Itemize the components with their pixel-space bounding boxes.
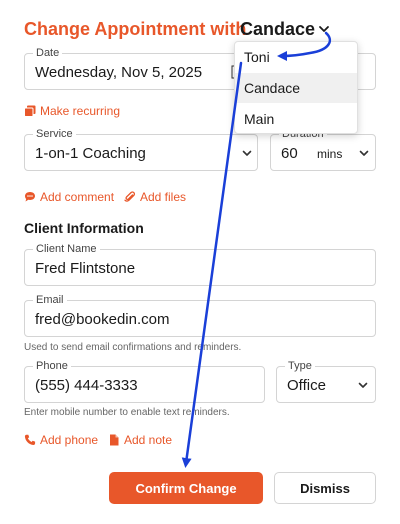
dropdown-option[interactable]: Main	[235, 104, 357, 133]
chevron-down-icon	[358, 382, 368, 388]
add-files-label: Add files	[140, 190, 187, 204]
chevron-down-icon	[242, 150, 252, 156]
dismiss-button[interactable]: Dismiss	[274, 472, 376, 504]
phone-help-text: Enter mobile number to enable text remin…	[24, 407, 230, 418]
staff-selector[interactable]: Candace	[240, 19, 315, 40]
service-select[interactable]: Service 1-on-1 Coaching	[24, 127, 258, 171]
email-field[interactable]: Email fred@bookedin.com	[24, 293, 376, 337]
copy-icon	[24, 105, 36, 117]
dropdown-option[interactable]: Toni	[235, 42, 357, 72]
email-value: fred@bookedin.com	[35, 311, 170, 328]
duration-unit: mins	[317, 147, 343, 161]
dropdown-option[interactable]: Candace	[235, 73, 357, 103]
add-phone-link[interactable]: Add phone	[24, 433, 98, 447]
chevron-down-icon[interactable]	[317, 22, 331, 36]
date-value: Wednesday, Nov 5, 2025	[35, 64, 203, 81]
add-note-label: Add note	[124, 433, 173, 447]
make-recurring-link[interactable]: Make recurring	[24, 104, 120, 118]
email-label: Email	[33, 293, 67, 307]
phone-type-select[interactable]: Type Office	[276, 359, 376, 403]
client-name-value: Fred Flintstone	[35, 260, 136, 277]
add-comment-label: Add comment	[40, 190, 115, 204]
duration-value: 60	[281, 145, 298, 162]
phone-icon	[24, 434, 36, 445]
duration-select[interactable]: Duration 60 mins	[270, 127, 376, 171]
client-section-title: Client Information	[24, 220, 144, 236]
phone-field[interactable]: Phone (555) 444-3333	[24, 359, 265, 403]
confirm-change-button[interactable]: Confirm Change	[109, 472, 263, 504]
add-files-link[interactable]: Add files	[124, 190, 186, 204]
add-comment-link[interactable]: Add comment	[24, 190, 114, 204]
type-value: Office	[287, 377, 326, 394]
paperclip-icon	[124, 191, 136, 202]
type-label: Type	[285, 359, 315, 373]
email-help-text: Used to send email confirmations and rem…	[24, 342, 242, 353]
comment-icon	[25, 192, 35, 202]
note-icon	[110, 434, 119, 446]
make-recurring-label: Make recurring	[40, 104, 121, 118]
staff-dropdown-menu: Toni Candace Main	[234, 41, 358, 134]
page-title: Change Appointment with	[24, 19, 247, 39]
service-value: 1-on-1 Coaching	[35, 145, 146, 162]
service-label: Service	[33, 127, 76, 141]
client-name-field[interactable]: Client Name Fred Flintstone	[24, 242, 376, 286]
date-label: Date	[33, 46, 63, 60]
phone-label: Phone	[33, 359, 71, 373]
client-name-label: Client Name	[33, 242, 100, 256]
chevron-down-icon	[359, 150, 369, 156]
phone-value: (555) 444-3333	[35, 377, 138, 394]
add-note-link[interactable]: Add note	[108, 433, 172, 447]
add-phone-label: Add phone	[40, 433, 99, 447]
